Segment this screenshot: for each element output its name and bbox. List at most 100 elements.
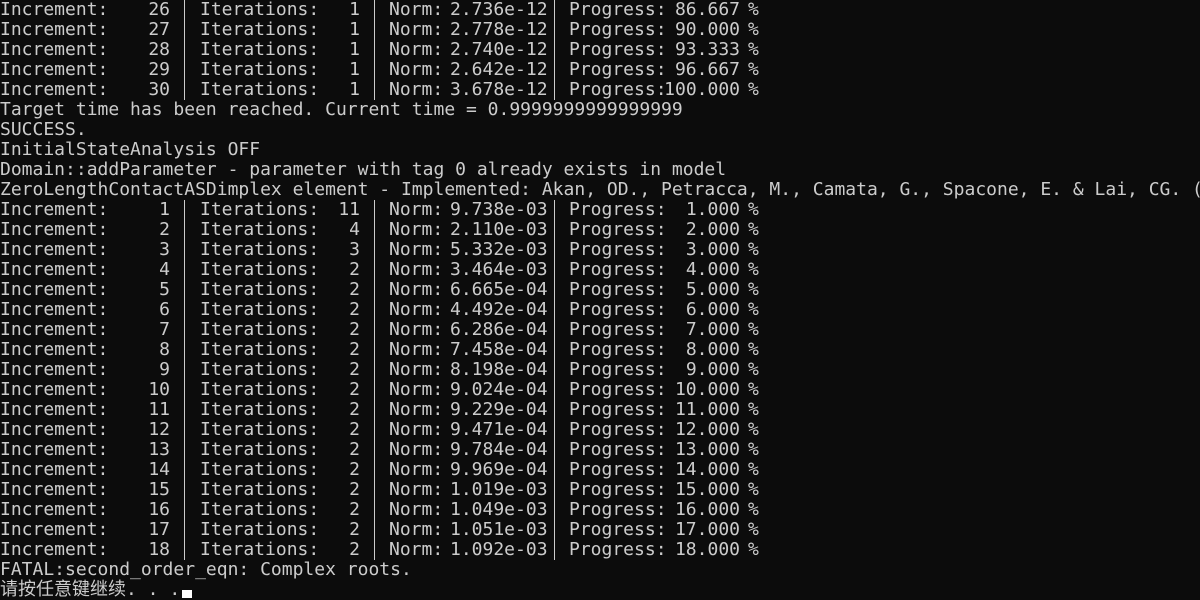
- column-separator: [554, 520, 555, 540]
- increment-label: Increment:: [0, 19, 109, 40]
- norm-label: Norm:: [389, 479, 444, 500]
- norm-label: Norm:: [389, 199, 444, 220]
- increment-row: Increment: 14 Iterations: 2 Norm: 9.969e-04 Pr…: [0, 460, 1200, 480]
- percent-sign: %: [748, 59, 759, 80]
- norm-label: Norm:: [389, 299, 444, 320]
- column-separator: [554, 540, 555, 560]
- console-message-line: Target time has been reached. Current ti…: [0, 99, 683, 120]
- column-separator: [554, 440, 555, 460]
- column-separator: [554, 340, 555, 360]
- increment-value: 17: [148, 519, 170, 540]
- increment-row: Increment: 28 Iterations: 1 Norm: 2.740e-12 Pr…: [0, 40, 1200, 60]
- increment-label: Increment:: [0, 319, 109, 340]
- percent-sign: %: [748, 199, 759, 220]
- progress-value: 17.000: [674, 519, 740, 540]
- percent-sign: %: [748, 219, 759, 240]
- increment-value: 7: [159, 319, 170, 340]
- iterations-value: 2: [349, 279, 360, 300]
- norm-value: 5.332e-03: [450, 239, 548, 260]
- increment-value: 3: [159, 239, 170, 260]
- column-separator: [184, 400, 185, 420]
- iterations-value: 2: [349, 359, 360, 380]
- column-separator: [554, 200, 555, 220]
- norm-label: Norm:: [389, 79, 444, 100]
- column-separator: [374, 260, 375, 280]
- column-separator: [554, 460, 555, 480]
- increment-row: Increment: 30 Iterations: 1 Norm: 3.678e-12 Pr…: [0, 80, 1200, 100]
- percent-sign: %: [748, 0, 759, 20]
- norm-value: 1.019e-03: [450, 479, 548, 500]
- norm-label: Norm:: [389, 539, 444, 560]
- norm-value: 3.464e-03: [450, 259, 548, 280]
- iterations-value: 2: [349, 479, 360, 500]
- fatal-error-line: FATAL:second_order_eqn: Complex roots.: [0, 559, 412, 580]
- iterations-value: 2: [349, 539, 360, 560]
- norm-value: 2.740e-12: [450, 39, 548, 60]
- progress-label: Progress:: [569, 19, 667, 40]
- increment-row: Increment: 9 Iterations: 2 Norm: 8.198e-04 Pro…: [0, 360, 1200, 380]
- increment-row: Increment: 27 Iterations: 1 Norm: 2.778e-12 Pr…: [0, 20, 1200, 40]
- increment-value: 5: [159, 279, 170, 300]
- column-separator: [374, 400, 375, 420]
- column-separator: [374, 200, 375, 220]
- increment-label: Increment:: [0, 459, 109, 480]
- increment-value: 1: [159, 199, 170, 220]
- iterations-value: 2: [349, 519, 360, 540]
- increment-label: Increment:: [0, 359, 109, 380]
- iterations-value: 2: [349, 499, 360, 520]
- percent-sign: %: [748, 459, 759, 480]
- norm-value: 6.286e-04: [450, 319, 548, 340]
- increment-label: Increment:: [0, 239, 109, 260]
- column-separator: [184, 340, 185, 360]
- norm-value: 2.110e-03: [450, 219, 548, 240]
- column-separator: [554, 220, 555, 240]
- progress-value: 11.000: [674, 399, 740, 420]
- increment-row: Increment: 1 Iterations: 11 Norm: 9.738e-03 Pr…: [0, 200, 1200, 220]
- percent-sign: %: [748, 419, 759, 440]
- column-separator: [554, 500, 555, 520]
- increment-label: Increment:: [0, 59, 109, 80]
- progress-label: Progress:: [569, 459, 667, 480]
- norm-value: 4.492e-04: [450, 299, 548, 320]
- percent-sign: %: [748, 499, 759, 520]
- progress-value: 14.000: [674, 459, 740, 480]
- norm-label: Norm:: [389, 259, 444, 280]
- increment-row: Increment: 15 Iterations: 2 Norm: 1.019e-03 Pr…: [0, 480, 1200, 500]
- progress-label: Progress:: [569, 79, 667, 100]
- console-messages: Target time has been reached. Current ti…: [0, 100, 1200, 200]
- iterations-value: 2: [349, 379, 360, 400]
- progress-label: Progress:: [569, 539, 667, 560]
- column-separator: [374, 20, 375, 40]
- console-message-line: Domain::addParameter - parameter with ta…: [0, 159, 727, 180]
- norm-label: Norm:: [389, 19, 444, 40]
- increment-value: 26: [148, 0, 170, 20]
- column-separator: [184, 520, 185, 540]
- column-separator: [374, 520, 375, 540]
- increment-row: Increment: 3 Iterations: 3 Norm: 5.332e-03 Pro…: [0, 240, 1200, 260]
- console-output[interactable]: Increment: 26 Iterations: 1 Norm: 2.736e-12 Pr…: [0, 0, 1200, 600]
- console-message-line: SUCCESS.: [0, 119, 87, 140]
- percent-sign: %: [748, 519, 759, 540]
- norm-label: Norm:: [389, 0, 444, 20]
- norm-label: Norm:: [389, 219, 444, 240]
- progress-value: 6.000: [685, 299, 740, 320]
- progress-value: 16.000: [674, 499, 740, 520]
- column-separator: [374, 320, 375, 340]
- progress-label: Progress:: [569, 479, 667, 500]
- column-separator: [554, 80, 555, 100]
- column-separator: [374, 340, 375, 360]
- column-separator: [184, 420, 185, 440]
- norm-value: 2.736e-12: [450, 0, 548, 20]
- progress-label: Progress:: [569, 419, 667, 440]
- column-separator: [374, 380, 375, 400]
- column-separator: [184, 80, 185, 100]
- column-separator: [554, 400, 555, 420]
- increment-row: Increment: 2 Iterations: 4 Norm: 2.110e-03 Pro…: [0, 220, 1200, 240]
- column-separator: [184, 260, 185, 280]
- increment-label: Increment:: [0, 0, 109, 20]
- norm-label: Norm:: [389, 459, 444, 480]
- progress-value: 13.000: [674, 439, 740, 460]
- progress-label: Progress:: [569, 39, 667, 60]
- increment-label: Increment:: [0, 299, 109, 320]
- increment-value: 6: [159, 299, 170, 320]
